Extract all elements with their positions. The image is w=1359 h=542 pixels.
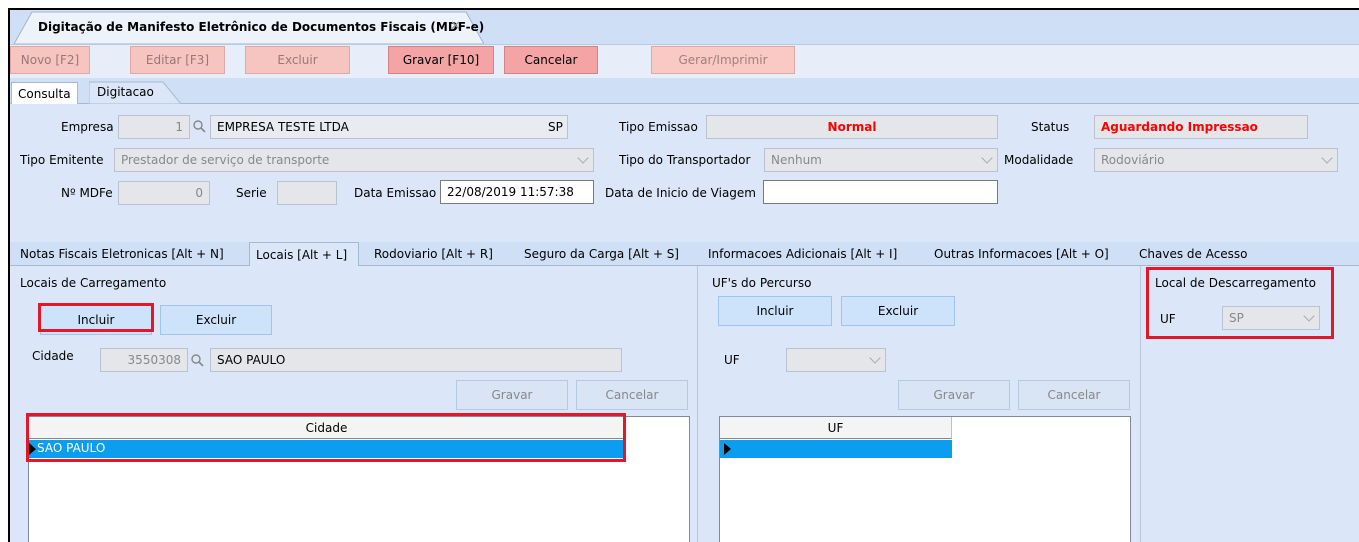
cidade-name-value: SAO PAULO: [217, 353, 286, 367]
tab-rodoviario[interactable]: Rodoviario [Alt + R]: [370, 242, 502, 266]
percurso-uf-select[interactable]: [786, 348, 886, 372]
document-tab-title: Digitação de Manifesto Eletrônico de Doc…: [38, 20, 485, 34]
novo-button[interactable]: Novo [F2]: [10, 46, 90, 74]
tab-digitacao[interactable]: Digitacao: [89, 80, 181, 104]
percurso-cancelar-button[interactable]: Cancelar: [1018, 380, 1130, 410]
uf-grid-header[interactable]: UF: [720, 417, 952, 439]
tab-notas-fiscais-label: Notas Fiscais Eletronicas [Alt + N]: [20, 247, 224, 261]
carregamento-incluir-button[interactable]: Incluir: [40, 305, 152, 335]
tab-locais[interactable]: Locais [Alt + L]: [249, 242, 359, 266]
table-row[interactable]: [720, 440, 952, 458]
excluir-button[interactable]: Excluir: [245, 46, 350, 74]
chevron-down-icon: [1303, 310, 1315, 322]
data-emissao-value: 22/08/2019 11:57:38: [447, 185, 574, 199]
close-icon[interactable]: ✕: [450, 19, 461, 34]
gerar-imprimir-button[interactable]: Gerar/Imprimir: [651, 46, 795, 74]
tipo-emissao-value: Normal: [827, 120, 877, 134]
chevron-down-icon: [1321, 152, 1333, 164]
tipo-transportador-label: Tipo do Transportador: [619, 153, 751, 167]
modalidade-select[interactable]: Rodoviário: [1094, 148, 1338, 172]
tab-seguro-carga-label: Seguro da Carga [Alt + S]: [524, 247, 679, 261]
tab-consulta[interactable]: Consulta: [11, 82, 78, 104]
empresa-name-value: EMPRESA TESTE LTDA: [217, 120, 349, 134]
percurso-uf-label: UF: [724, 353, 740, 367]
empresa-name-field: EMPRESA TESTE LTDA: [210, 115, 568, 139]
main-tab-strip: [10, 78, 1359, 104]
tipo-emissao-label: Tipo Emissao: [619, 120, 698, 134]
nro-mdfe-label: Nº MDFe: [61, 186, 113, 200]
status-label: Status: [1031, 120, 1070, 134]
serie-label: Serie: [236, 186, 267, 200]
uf-grid[interactable]: UF: [719, 416, 1131, 542]
tab-informacoes-adicionais-label: Informacoes Adicionais [Alt + I]: [708, 247, 898, 261]
chevron-down-icon: [577, 152, 589, 164]
gravar-button[interactable]: Gravar [F10]: [388, 46, 494, 74]
carregamento-title: Locais de Carregamento: [20, 276, 167, 290]
tab-seguro-carga[interactable]: Seguro da Carga [Alt + S]: [520, 242, 692, 266]
row-pointer-icon: [29, 443, 36, 455]
cidade-grid[interactable]: Cidade SAO PAULO: [28, 416, 690, 542]
descarregamento-uf-value: SP: [1229, 311, 1244, 325]
carregamento-excluir-button[interactable]: Excluir: [160, 305, 272, 335]
search-icon[interactable]: [192, 119, 206, 133]
tipo-emissao-field: Normal: [706, 115, 998, 139]
tab-locais-label: Locais [Alt + L]: [256, 247, 348, 262]
empresa-label: Empresa: [61, 120, 114, 134]
tab-outras-informacoes-label: Outras Informacoes [Alt + O]: [934, 247, 1109, 261]
tab-informacoes-adicionais[interactable]: Informacoes Adicionais [Alt + I]: [704, 242, 922, 266]
percurso-excluir-button[interactable]: Excluir: [841, 296, 955, 326]
tipo-emitente-label: Tipo Emitente: [20, 153, 104, 167]
empresa-code-value: 1: [175, 120, 183, 134]
carregamento-gravar-button[interactable]: Gravar: [456, 380, 568, 410]
table-row[interactable]: SAO PAULO: [29, 440, 625, 458]
data-inicio-field[interactable]: [763, 180, 998, 204]
divider: [1140, 266, 1141, 542]
modalidade-label: Modalidade: [1004, 153, 1074, 167]
status-value: Aguardando Impressao: [1101, 120, 1258, 134]
editar-button[interactable]: Editar [F3]: [130, 46, 225, 74]
divider: [697, 266, 698, 542]
tab-notas-fiscais[interactable]: Notas Fiscais Eletronicas [Alt + N]: [16, 242, 242, 266]
chevron-down-icon: [869, 352, 881, 364]
carregamento-cancelar-button[interactable]: Cancelar: [576, 380, 688, 410]
percurso-title: UF's do Percurso: [712, 276, 812, 290]
cidade-cell: SAO PAULO: [37, 441, 106, 455]
data-emissao-label: Data Emissao: [354, 186, 437, 200]
cidade-code-value: 3550308: [127, 353, 181, 367]
tab-chaves-acesso-label: Chaves de Acesso: [1139, 247, 1248, 261]
tab-digitacao-label: Digitacao: [97, 85, 154, 99]
nro-mdfe-field: 0: [118, 181, 210, 205]
tab-chaves-acesso[interactable]: Chaves de Acesso: [1135, 242, 1265, 266]
cidade-name-field: SAO PAULO: [210, 348, 622, 372]
percurso-incluir-button[interactable]: Incluir: [718, 296, 832, 326]
tipo-emitente-value: Prestador de serviço de transporte: [121, 153, 330, 167]
cidade-grid-header[interactable]: Cidade: [29, 417, 625, 439]
descarregamento-title: Local de Descarregamento: [1155, 276, 1317, 290]
empresa-uf-value: SP: [548, 120, 563, 134]
search-icon[interactable]: [190, 353, 204, 367]
chevron-down-icon: [981, 152, 993, 164]
empresa-code-field[interactable]: 1: [118, 115, 190, 139]
cidade-code-field[interactable]: 3550308: [100, 348, 188, 372]
cidade-label: Cidade: [32, 349, 74, 363]
descarregamento-uf-label: UF: [1160, 312, 1176, 326]
data-inicio-label: Data de Inicio de Viagem: [605, 186, 756, 200]
tipo-transportador-select[interactable]: Nenhum: [764, 148, 998, 172]
row-pointer-icon: [724, 443, 731, 455]
cancelar-button[interactable]: Cancelar: [504, 46, 598, 74]
descarregamento-uf-select[interactable]: SP: [1222, 306, 1320, 330]
status-field: Aguardando Impressao: [1094, 115, 1308, 139]
tab-outras-informacoes[interactable]: Outras Informacoes [Alt + O]: [930, 242, 1124, 266]
percurso-gravar-button[interactable]: Gravar: [898, 380, 1010, 410]
tipo-emitente-select[interactable]: Prestador de serviço de transporte: [114, 148, 594, 172]
data-emissao-field[interactable]: 22/08/2019 11:57:38: [440, 180, 594, 204]
modalidade-value: Rodoviário: [1101, 153, 1165, 167]
tab-rodoviario-label: Rodoviario [Alt + R]: [374, 247, 493, 261]
serie-field[interactable]: [277, 181, 337, 205]
document-tab[interactable]: Digitação de Manifesto Eletrônico de Doc…: [14, 10, 484, 44]
tipo-transportador-value: Nenhum: [771, 153, 822, 167]
nro-mdfe-value: 0: [195, 186, 203, 200]
